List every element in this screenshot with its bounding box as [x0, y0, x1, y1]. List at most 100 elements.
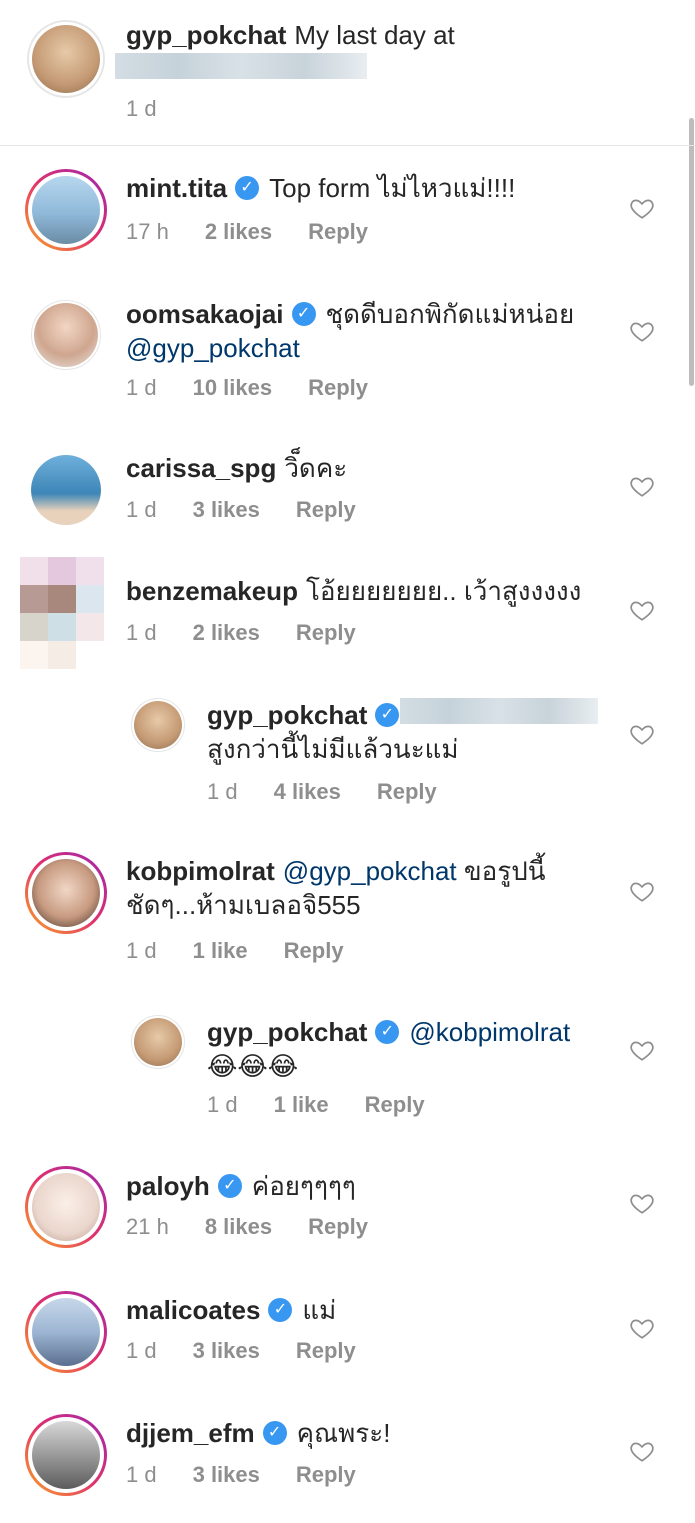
reply-button[interactable]: Reply — [296, 1462, 356, 1487]
comment-text: malicoates ✓ แม่ — [126, 1293, 626, 1327]
likes-count[interactable]: 2 likes — [205, 219, 272, 244]
verified-badge-icon: ✓ — [235, 176, 260, 201]
comment-row: carissa_spg วิ็ดคะ 1 d 3 likes Reply — [0, 445, 695, 545]
likes-count[interactable]: 1 like — [274, 1092, 329, 1117]
likes-count[interactable]: 3 likes — [193, 1462, 260, 1487]
comment-body-continued: ชัดๆ...ห้ามเบลอจิ555 — [126, 890, 361, 920]
heart-outline-icon[interactable] — [629, 1315, 655, 1341]
username[interactable]: carissa_spg — [126, 453, 276, 483]
timestamp: 1 d — [126, 375, 157, 400]
username[interactable]: paloyh — [126, 1171, 210, 1201]
username[interactable]: gyp_pokchat — [207, 1017, 367, 1047]
heart-outline-icon[interactable] — [629, 1037, 655, 1063]
reply-button[interactable]: Reply — [296, 1338, 356, 1363]
verified-badge-icon: ✓ — [375, 1020, 400, 1045]
reply-button[interactable]: Reply — [308, 219, 368, 244]
username[interactable]: gyp_pokchat — [207, 700, 367, 730]
likes-count[interactable]: 1 like — [193, 938, 248, 963]
avatar[interactable] — [131, 1015, 185, 1069]
comment-body: 😂😂😂 — [207, 1051, 299, 1081]
username[interactable]: malicoates — [126, 1295, 260, 1325]
likes-count[interactable]: 10 likes — [193, 375, 273, 400]
avatar[interactable] — [25, 169, 107, 251]
caption-body: My last day at — [294, 20, 455, 50]
avatar[interactable] — [25, 852, 107, 934]
reply-button[interactable]: Reply — [296, 497, 356, 522]
comment-text: paloyh ✓ ค่อยๆๆๆๆ — [126, 1169, 626, 1203]
reply-row: gyp_pokchat ✓ @kobpimolrat 😂😂😂 1 d 1 like Re… — [0, 1007, 695, 1127]
reply-row: gyp_pokchat ✓ สูงกว่านี้ไม่มีแล้วนะแม่ 1 … — [0, 690, 695, 820]
reply-button[interactable]: Reply — [308, 1214, 368, 1239]
mention-link[interactable]: @kobpimolrat — [409, 1017, 570, 1047]
avatar[interactable] — [25, 1166, 107, 1248]
heart-outline-icon[interactable] — [629, 1190, 655, 1216]
username[interactable]: gyp_pokchat — [126, 20, 286, 50]
username[interactable]: kobpimolrat — [126, 856, 275, 886]
reply-button[interactable]: Reply — [365, 1092, 425, 1117]
comment-row: paloyh ✓ ค่อยๆๆๆๆ 21 h 8 likes Reply — [0, 1162, 695, 1262]
verified-badge-icon: ✓ — [268, 1298, 293, 1323]
reply-button[interactable]: Reply — [308, 375, 368, 400]
comment-meta: 1 d 1 like Reply — [207, 1091, 461, 1119]
comment-meta: 21 h 8 likes Reply — [126, 1213, 404, 1241]
reply-button[interactable]: Reply — [377, 779, 437, 804]
timestamp: 1 d — [126, 620, 157, 645]
heart-outline-icon[interactable] — [629, 195, 655, 221]
timestamp: 1 d — [126, 96, 157, 121]
timestamp: 21 h — [126, 1214, 169, 1239]
verified-badge-icon: ✓ — [217, 1174, 242, 1199]
comment-row: djjem_efm ✓ คุณพระ! 1 d 3 likes Reply — [0, 1410, 695, 1520]
verified-badge-icon: ✓ — [375, 703, 400, 728]
comment-meta: 1 d 2 likes Reply — [126, 619, 392, 647]
comment-body: Top form ไม่ไหวแม่!!!! — [269, 173, 516, 203]
username[interactable]: benzemakeup — [126, 576, 298, 606]
mention-link[interactable]: @gyp_pokchat — [283, 856, 457, 886]
timestamp: 17 h — [126, 219, 169, 244]
comment-text: gyp_pokchat ✓ @kobpimolrat 😂😂😂 — [207, 1015, 627, 1083]
heart-outline-icon[interactable] — [629, 721, 655, 747]
redacted-text — [115, 53, 367, 79]
comment-text: mint.tita ✓ Top form ไม่ไหวแม่!!!! — [126, 171, 626, 205]
likes-count[interactable]: 2 likes — [193, 620, 260, 645]
heart-outline-icon[interactable] — [629, 1438, 655, 1464]
avatar[interactable] — [20, 557, 104, 669]
comment-meta: 17 h 2 likes Reply — [126, 218, 404, 246]
comment-row: malicoates ✓ แม่ 1 d 3 likes Reply — [0, 1287, 695, 1387]
likes-count[interactable]: 3 likes — [193, 497, 260, 522]
comment-text: benzemakeup โอ้ยยยยยยย.. เว้าสูงงงงง — [126, 574, 646, 608]
avatar[interactable] — [27, 20, 105, 98]
comment-body: โอ้ยยยยยยย.. เว้าสูงงงงง — [305, 576, 582, 606]
avatar[interactable] — [131, 698, 185, 752]
comment-row: mint.tita ✓ Top form ไม่ไหวแม่!!!! 17 h 2 l… — [0, 165, 695, 265]
verified-badge-icon: ✓ — [291, 302, 316, 327]
comment-text: carissa_spg วิ็ดคะ — [126, 451, 626, 485]
comment-meta: 1 d 3 likes Reply — [126, 1337, 392, 1365]
avatar[interactable] — [31, 300, 101, 370]
comment-body: ขอรูปนี้ — [463, 856, 546, 886]
avatar[interactable] — [31, 455, 101, 525]
comment-body: ค่อยๆๆๆๆ — [251, 1171, 356, 1201]
heart-outline-icon[interactable] — [629, 318, 655, 344]
avatar[interactable] — [25, 1414, 107, 1496]
reply-button[interactable]: Reply — [296, 620, 356, 645]
comment-row: oomsakaojai ✓ ชุดดีบอกพิกัดแม่หน่อย @gyp_p… — [0, 290, 695, 410]
likes-count[interactable]: 4 likes — [274, 779, 341, 804]
timestamp: 1 d — [126, 1338, 157, 1363]
heart-outline-icon[interactable] — [629, 473, 655, 499]
comment-meta: 1 d 1 like Reply — [126, 937, 380, 965]
username[interactable]: djjem_efm — [126, 1418, 255, 1448]
mention-link[interactable]: @gyp_pokchat — [126, 333, 300, 363]
reply-button[interactable]: Reply — [284, 938, 344, 963]
likes-count[interactable]: 8 likes — [205, 1214, 272, 1239]
username[interactable]: oomsakaojai — [126, 299, 284, 329]
heart-outline-icon[interactable] — [629, 597, 655, 623]
avatar[interactable] — [25, 1291, 107, 1373]
comment-body: ชุดดีบอกพิกัดแม่หน่อย — [325, 299, 575, 329]
caption-meta: 1 d — [126, 95, 193, 123]
likes-count[interactable]: 3 likes — [193, 1338, 260, 1363]
caption-text: gyp_pokchat My last day at — [126, 18, 646, 52]
redacted-text — [400, 698, 598, 724]
username[interactable]: mint.tita — [126, 173, 227, 203]
heart-outline-icon[interactable] — [629, 878, 655, 904]
comment-row: benzemakeup โอ้ยยยยยยย.. เว้าสูงงงงง 1 d 2… — [0, 557, 695, 672]
